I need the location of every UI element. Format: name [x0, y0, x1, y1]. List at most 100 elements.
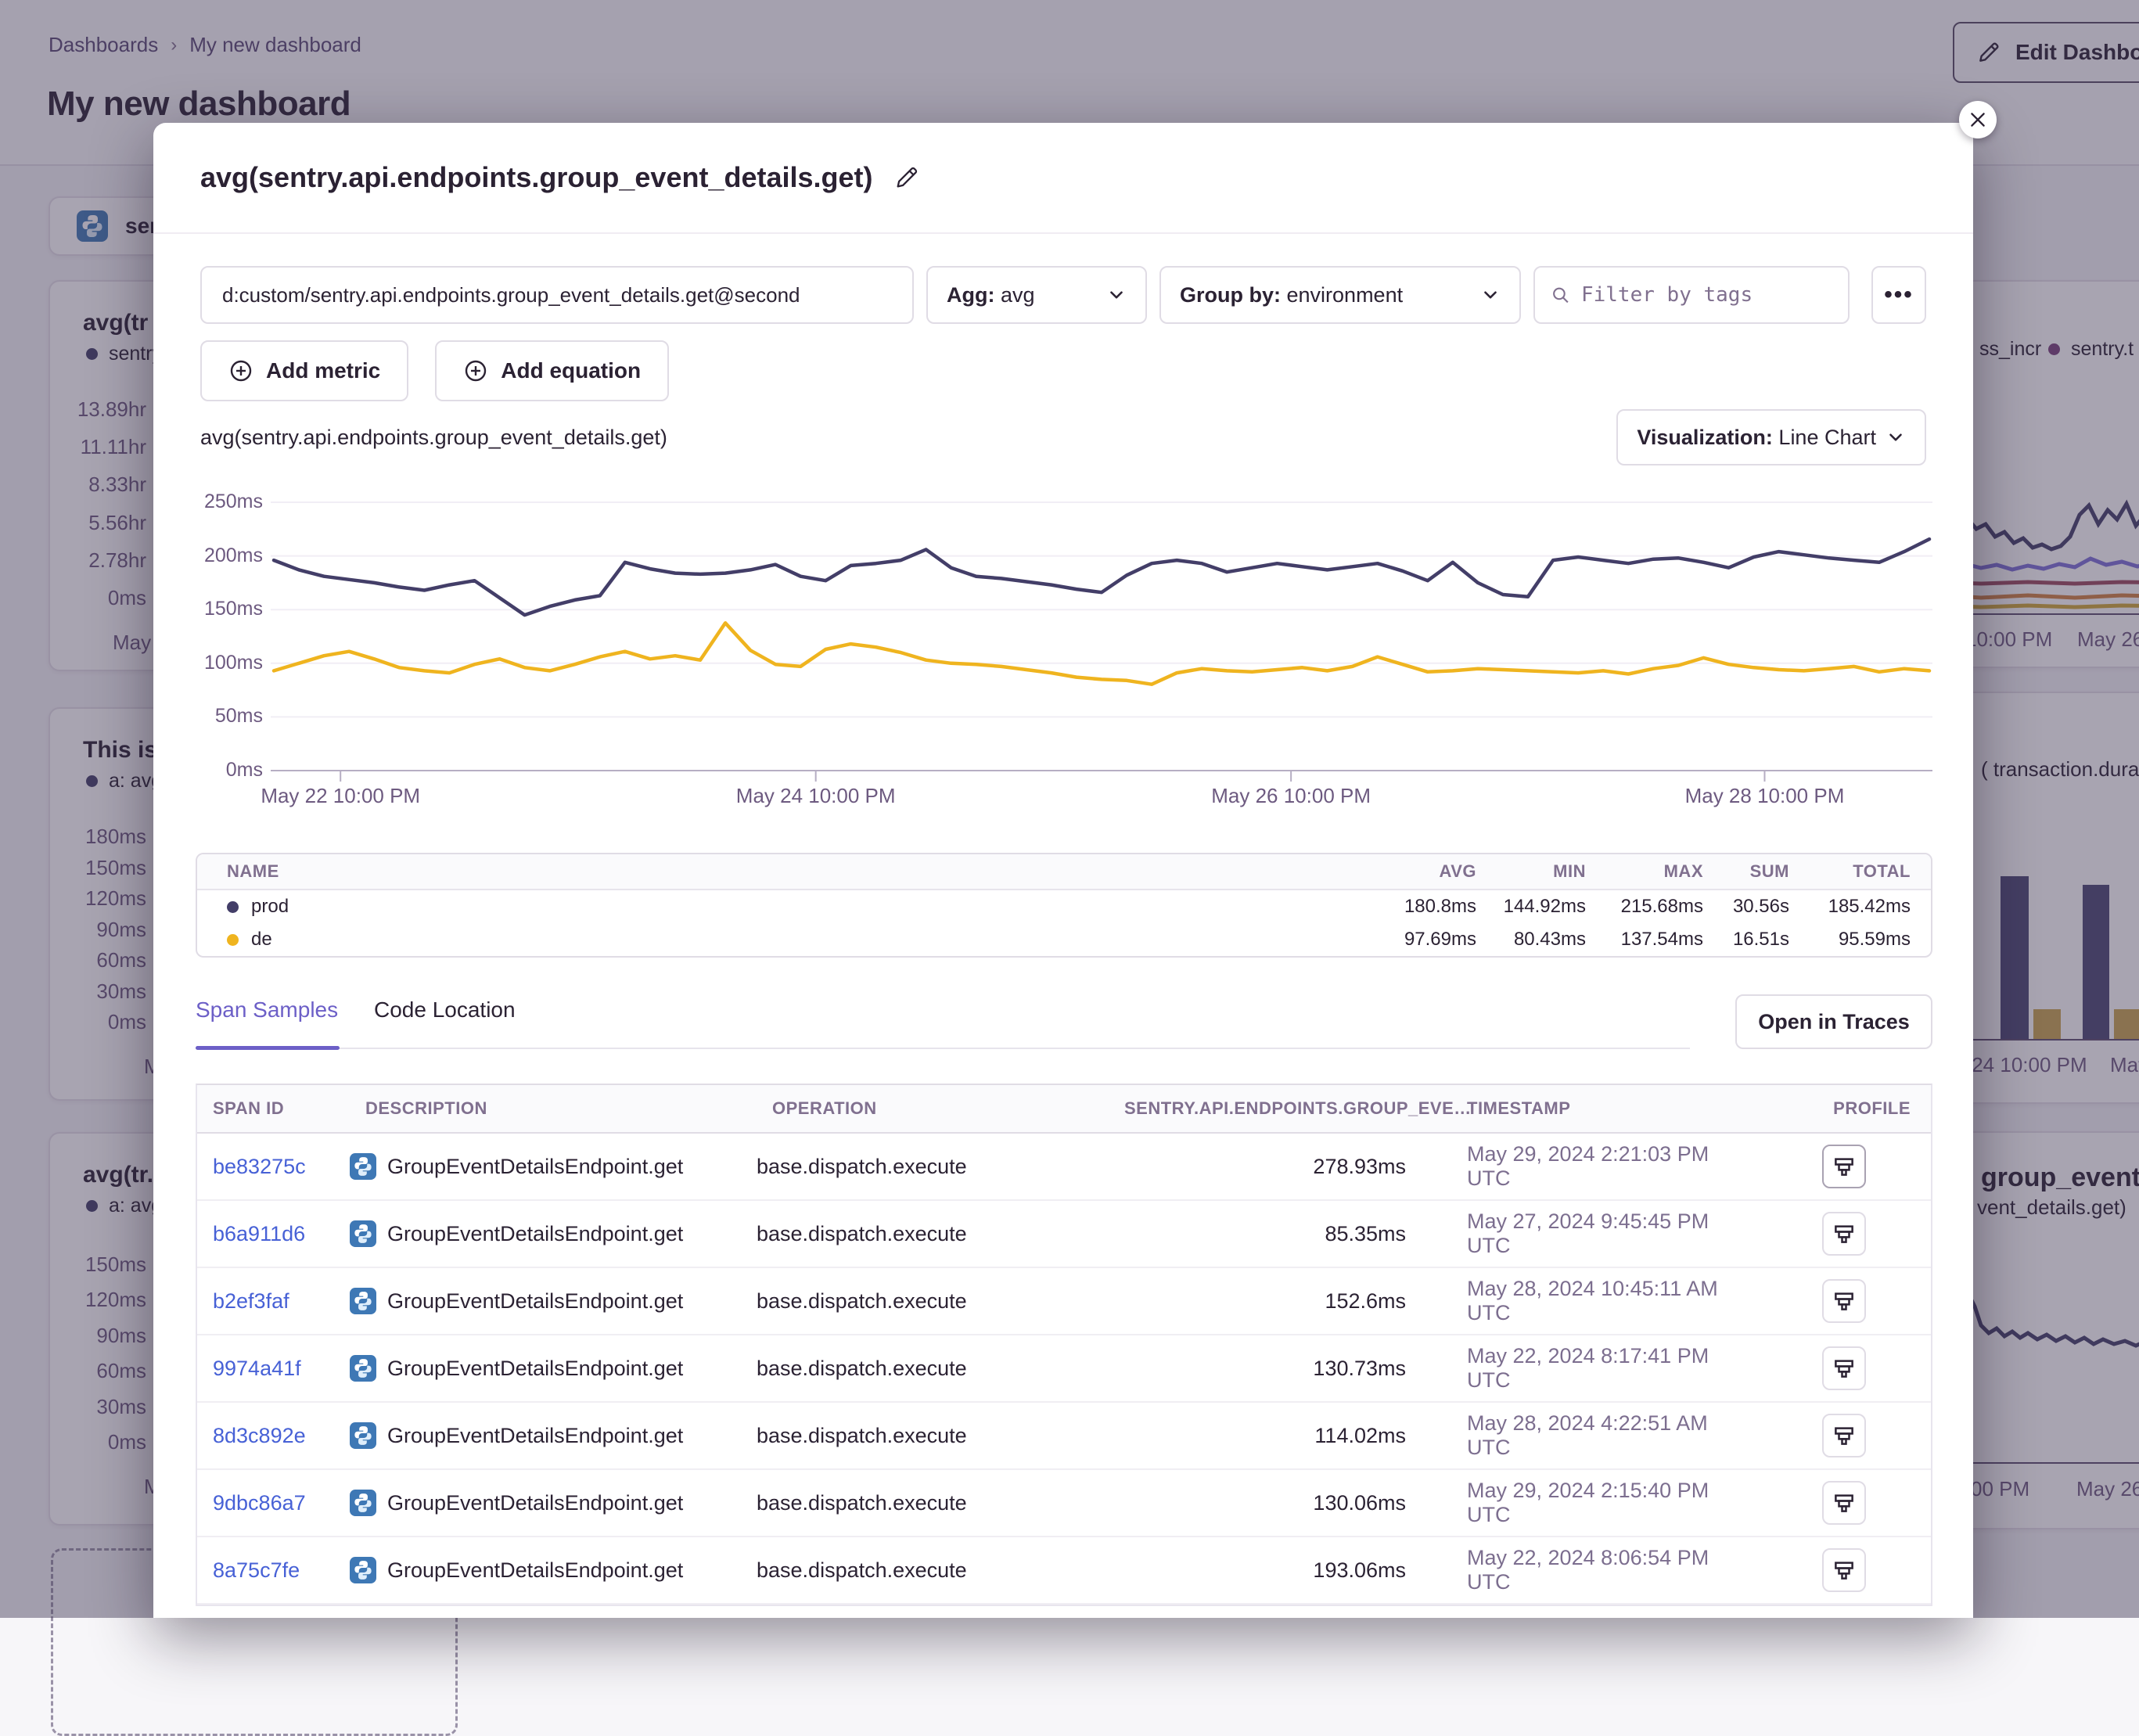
add-metric-button[interactable]: Add metric [200, 340, 408, 401]
more-options-button[interactable]: ••• [1871, 266, 1926, 324]
span-description: GroupEventDetailsEndpoint.get [387, 1424, 683, 1448]
metric-query-input[interactable] [200, 266, 914, 324]
series-sum: 30.56s [1724, 896, 1810, 918]
span-description: GroupEventDetailsEndpoint.get [387, 1289, 683, 1314]
span-operation: base.dispatch.execute [757, 1155, 1109, 1179]
python-icon [350, 1490, 376, 1516]
agg-label: Agg: [947, 283, 994, 307]
profile-button[interactable] [1822, 1145, 1866, 1188]
span-description: GroupEventDetailsEndpoint.get [387, 1357, 683, 1381]
plus-circle-icon [228, 358, 253, 383]
col-name: NAME [197, 861, 1379, 882]
sample-row: 8a75c7feGroupEventDetailsEndpoint.getbas… [197, 1537, 1931, 1605]
span-id-link[interactable]: 8d3c892e [213, 1424, 306, 1447]
profile-button[interactable] [1822, 1548, 1866, 1592]
span-id-link[interactable]: b2ef3faf [213, 1289, 289, 1313]
summary-table-body: prod 180.8ms144.92ms215.68ms30.56s185.42m… [197, 890, 1931, 956]
tab-span-samples[interactable]: Span Samples [196, 997, 338, 1023]
series-avg: 180.8ms [1379, 896, 1497, 918]
span-operation: base.dispatch.execute [757, 1558, 1109, 1583]
profile-button[interactable] [1822, 1481, 1866, 1525]
y-tick-label: 200ms [204, 545, 263, 567]
x-tick-label: May 24 10:00 PM [691, 784, 941, 808]
agg-value: avg [1001, 283, 1035, 307]
profile-icon [1832, 1424, 1856, 1447]
profile-icon [1832, 1558, 1856, 1582]
span-metric-value: 193.06ms [1109, 1558, 1406, 1583]
span-id-link[interactable]: b6a911d6 [213, 1222, 305, 1245]
modal-title: avg(sentry.api.endpoints.group_event_det… [200, 161, 873, 194]
chart-subtitle: avg(sentry.api.endpoints.group_event_det… [200, 426, 667, 450]
search-icon [1551, 284, 1570, 306]
col-total: TOTAL [1810, 861, 1931, 882]
span-description: GroupEventDetailsEndpoint.get [387, 1155, 683, 1179]
python-icon [350, 1355, 376, 1382]
profile-button[interactable] [1822, 1279, 1866, 1323]
col-description: DESCRIPTION [350, 1098, 757, 1119]
ellipsis-icon: ••• [1884, 282, 1914, 308]
visualization-select[interactable]: Visualization: Line Chart [1616, 409, 1926, 465]
chart-header: avg(sentry.api.endpoints.group_event_det… [200, 409, 1926, 465]
span-timestamp: May 28, 2024 4:22:51 AM UTC [1406, 1411, 1754, 1460]
series-dot [227, 934, 239, 946]
tabs-row: Span Samples Code Location Open in Trace… [196, 991, 1932, 1055]
span-metric-value: 114.02ms [1109, 1424, 1406, 1448]
y-tick-label: 150ms [204, 598, 263, 620]
span-id-link[interactable]: 8a75c7fe [213, 1558, 300, 1582]
close-modal-button[interactable] [1959, 101, 1997, 138]
span-metric-value: 85.35ms [1109, 1222, 1406, 1246]
edit-title-pencil-icon[interactable] [893, 164, 920, 191]
profile-button[interactable] [1822, 1212, 1866, 1256]
tag-filter-input[interactable] [1533, 266, 1850, 324]
metric-query-value[interactable] [222, 283, 892, 307]
series-name: prod [251, 896, 289, 918]
python-icon [350, 1288, 376, 1314]
series-max: 215.68ms [1606, 896, 1724, 918]
tag-filter-field[interactable] [1581, 283, 1832, 307]
x-axis-labels: May 22 10:00 PMMay 24 10:00 PMMay 26 10:… [271, 784, 1932, 812]
col-profile: PROFILE [1754, 1098, 1934, 1119]
col-sum: SUM [1724, 861, 1810, 882]
add-equation-label: Add equation [501, 358, 641, 383]
y-tick-label: 100ms [204, 652, 263, 674]
plus-circle-icon [463, 358, 488, 383]
y-tick-label: 0ms [226, 759, 263, 782]
summary-table-header: NAME AVG MIN MAX SUM TOTAL [197, 854, 1931, 890]
active-tab-underline [196, 1046, 340, 1050]
summary-row[interactable]: de97.69ms80.43ms137.54ms16.51s95.59ms [197, 923, 1931, 956]
group-by-select[interactable]: Group by: environment [1159, 266, 1521, 324]
series-total: 185.42ms [1810, 896, 1931, 918]
tab-code-location[interactable]: Code Location [374, 997, 516, 1023]
modal-header-divider [153, 232, 1973, 234]
span-id-link[interactable]: 9974a41f [213, 1357, 301, 1380]
open-in-traces-button[interactable]: Open in Traces [1735, 994, 1932, 1049]
span-description: GroupEventDetailsEndpoint.get [387, 1222, 683, 1246]
main-line-chart[interactable] [271, 491, 1932, 803]
profile-button[interactable] [1822, 1346, 1866, 1390]
span-id-link[interactable]: be83275c [213, 1155, 306, 1178]
span-operation: base.dispatch.execute [757, 1289, 1109, 1314]
python-icon [350, 1422, 376, 1449]
metric-details-modal: avg(sentry.api.endpoints.group_event_det… [153, 123, 1973, 1618]
samples-table-body: be83275c GroupEventDetailsEndpoint.get bas… [197, 1134, 1931, 1605]
summary-row[interactable]: prod 180.8ms144.92ms215.68ms30.56s185.42m… [197, 890, 1931, 923]
col-metric-value: SENTRY.API.ENDPOINTS.GROUP_EVE… [1109, 1098, 1406, 1119]
samples-table-header: SPAN ID DESCRIPTION OPERATION SENTRY.API… [197, 1085, 1931, 1134]
sample-row: 8d3c892e GroupEventDetailsEndpoint.get bas… [197, 1403, 1931, 1470]
add-equation-button[interactable]: Add equation [435, 340, 669, 401]
x-tick-label: May 26 10:00 PM [1166, 784, 1416, 808]
col-min: MIN [1497, 861, 1606, 882]
span-id-link[interactable]: 9dbc86a7 [213, 1491, 306, 1515]
y-tick-label: 250ms [204, 491, 263, 513]
profile-icon [1832, 1222, 1856, 1245]
series-avg: 97.69ms [1379, 929, 1497, 951]
aggregate-select[interactable]: Agg: avg [926, 266, 1147, 324]
span-metric-value: 130.06ms [1109, 1491, 1406, 1515]
profile-button[interactable] [1822, 1414, 1866, 1457]
series-name: de [251, 929, 272, 951]
visualization-value: Line Chart [1778, 426, 1876, 449]
span-operation: base.dispatch.execute [757, 1424, 1109, 1448]
series-summary-table: NAME AVG MIN MAX SUM TOTAL prod 180.8ms14… [196, 853, 1932, 958]
span-operation: base.dispatch.execute [757, 1491, 1109, 1515]
series-min: 144.92ms [1497, 896, 1606, 918]
